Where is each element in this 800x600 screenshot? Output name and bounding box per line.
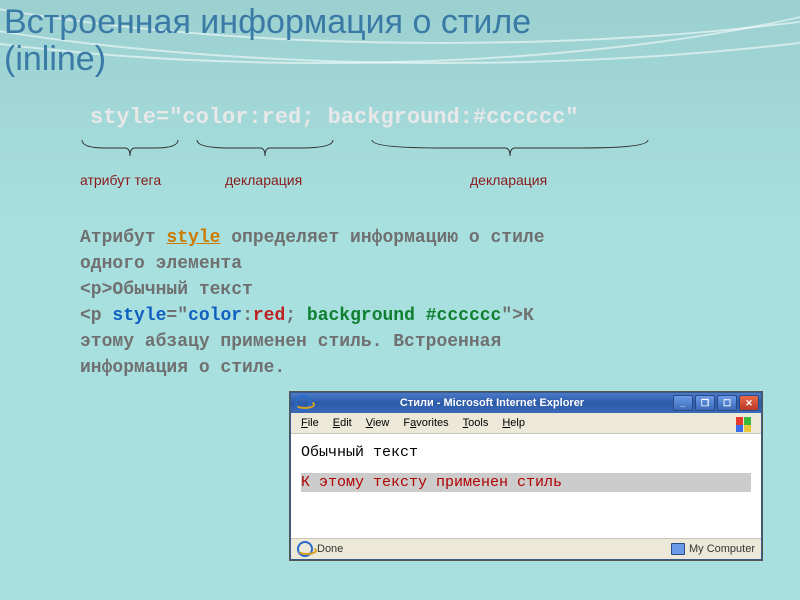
menu-tools[interactable]: Tools — [463, 417, 489, 429]
brace-label-decl2: декларация — [470, 172, 547, 188]
menu-view[interactable]: View — [366, 417, 390, 429]
punct-semi: ; — [285, 306, 307, 326]
brace-decl2: декларация — [370, 138, 650, 160]
maximize-button[interactable]: ☐ — [717, 395, 737, 411]
minimize-button[interactable]: _ — [673, 395, 693, 411]
brace-decl1: декларация — [195, 138, 335, 160]
status-left: Done — [297, 541, 343, 557]
brace-row: атрибут тега декларация декларация — [80, 138, 700, 188]
window-controls: _ ❐ ☐ ✕ — [673, 395, 759, 411]
body-text: <p — [80, 306, 112, 326]
menu-file[interactable]: File — [301, 417, 319, 429]
ie-title-text: Стили - Microsoft Internet Explorer — [317, 397, 667, 409]
ie-window: Стили - Microsoft Internet Explorer _ ❐ … — [290, 392, 762, 560]
ie-content: Обычный текст К этому тексту применен ст… — [291, 434, 761, 502]
status-right: My Computer — [671, 543, 755, 555]
menu-edit[interactable]: Edit — [333, 417, 352, 429]
menu-help[interactable]: Help — [502, 417, 525, 429]
brace-label-decl1: декларация — [225, 172, 302, 188]
css-val: red — [253, 306, 285, 326]
body-text: определяет информацию о стиле — [220, 228, 544, 248]
slide: Встроенная информация о стиле (inline) s… — [0, 0, 800, 600]
brace-label-attr: атрибут тега — [80, 172, 161, 188]
title-line1: Встроенная информация о стиле — [4, 3, 531, 41]
menu-favorites[interactable]: Favorites — [403, 417, 448, 429]
body-text: >К — [512, 306, 534, 326]
slide-body: Атрибут style определяет информацию о ст… — [80, 225, 720, 382]
title-line2: (inline) — [4, 40, 106, 78]
computer-icon — [671, 543, 685, 555]
css-prop: color — [188, 306, 242, 326]
body-text: информация о стиле. — [80, 358, 285, 378]
punct-colon: : — [242, 306, 253, 326]
ie-icon — [297, 541, 313, 557]
ie-statusbar: Done My Computer — [291, 538, 761, 559]
close-button[interactable]: ✕ — [739, 395, 759, 411]
rendered-plain-text: Обычный текст — [301, 444, 751, 461]
space — [415, 306, 426, 326]
code-example: style="color:red; background:#cccccc" — [90, 105, 578, 130]
rendered-styled-text: К этому тексту применен стиль — [301, 473, 751, 492]
body-text: <p>Обычный текст — [80, 280, 253, 300]
attr-name: style — [112, 306, 166, 326]
status-zone: My Computer — [689, 543, 755, 555]
css-prop: background — [307, 306, 415, 326]
css-val: #cccccc — [426, 306, 502, 326]
punct-quote: " — [177, 306, 188, 326]
ie-title-left — [295, 395, 311, 411]
brace-attr: атрибут тега — [80, 138, 180, 160]
punct-quote: " — [501, 306, 512, 326]
body-text: этому абзацу применен стиль. Встроенная — [80, 332, 501, 352]
body-text: Атрибут — [80, 228, 166, 248]
slide-title: Встроенная информация о стиле (inline) — [0, 0, 535, 83]
windows-flag-icon — [729, 415, 757, 433]
body-text: одного элемента — [80, 254, 242, 274]
keyword-style: style — [166, 228, 220, 248]
ie-icon — [295, 395, 311, 411]
punct-eq: = — [166, 306, 177, 326]
ie-titlebar[interactable]: Стили - Microsoft Internet Explorer _ ❐ … — [291, 393, 761, 413]
status-done: Done — [317, 543, 343, 555]
ie-menubar: File Edit View Favorites Tools Help — [291, 413, 761, 434]
restore-button[interactable]: ❐ — [695, 395, 715, 411]
